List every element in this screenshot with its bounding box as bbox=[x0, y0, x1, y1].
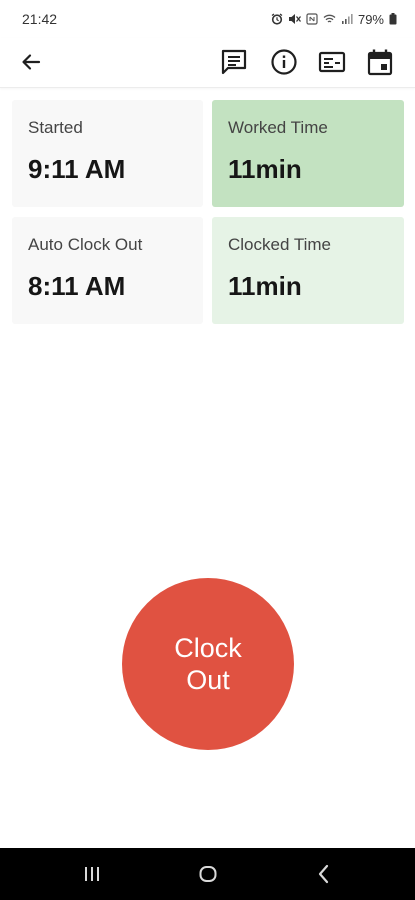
time-tiles: Started 9:11 AM Worked Time 11min Auto C… bbox=[12, 100, 404, 324]
tile-value: 9:11 AM bbox=[28, 154, 126, 184]
status-icons: 79% bbox=[271, 12, 397, 27]
alarm-icon bbox=[271, 13, 283, 25]
home-button[interactable] bbox=[188, 858, 228, 890]
app-bar bbox=[0, 38, 415, 88]
mute-icon bbox=[288, 13, 301, 25]
back-arrow-icon bbox=[22, 54, 41, 70]
signal-icon bbox=[341, 13, 353, 25]
back-button[interactable] bbox=[13, 44, 49, 80]
tile-label: Started bbox=[28, 118, 83, 137]
battery-percent: 79% bbox=[357, 11, 384, 27]
recents-icon bbox=[85, 867, 99, 881]
tile-worked-time: Worked Time 11min bbox=[212, 100, 404, 207]
card-button[interactable] bbox=[314, 44, 350, 80]
notes-button[interactable] bbox=[216, 44, 252, 80]
tile-value: 11min bbox=[228, 271, 302, 301]
tile-label: Worked Time bbox=[228, 118, 328, 137]
back-icon bbox=[318, 864, 329, 884]
calendar-icon bbox=[367, 49, 393, 76]
tile-auto-clock-out: Auto Clock Out 8:11 AM bbox=[12, 217, 203, 324]
tile-value: 8:11 AM bbox=[28, 271, 126, 301]
recents-button[interactable] bbox=[72, 858, 112, 890]
status-bar: 21:42 79% bbox=[0, 0, 415, 38]
calendar-button[interactable] bbox=[362, 44, 398, 80]
info-button[interactable] bbox=[266, 44, 302, 80]
info-icon bbox=[271, 49, 297, 75]
tile-clocked-time: Clocked Time 11min bbox=[212, 217, 404, 324]
tile-started: Started 9:11 AM bbox=[12, 100, 203, 207]
clock-out-button[interactable]: Clock Out bbox=[122, 578, 294, 750]
card-icon bbox=[318, 51, 346, 73]
wifi-icon bbox=[323, 13, 336, 25]
tile-value: 11min bbox=[228, 154, 302, 184]
system-back-button[interactable] bbox=[304, 858, 344, 890]
nfc-icon bbox=[306, 13, 318, 25]
status-time: 21:42 bbox=[22, 11, 58, 27]
notes-icon bbox=[221, 49, 247, 75]
system-nav-bar bbox=[0, 848, 415, 900]
tile-label: Auto Clock Out bbox=[28, 235, 143, 254]
home-icon bbox=[199, 866, 217, 882]
battery-icon bbox=[389, 13, 397, 25]
tile-label: Clocked Time bbox=[228, 235, 331, 254]
